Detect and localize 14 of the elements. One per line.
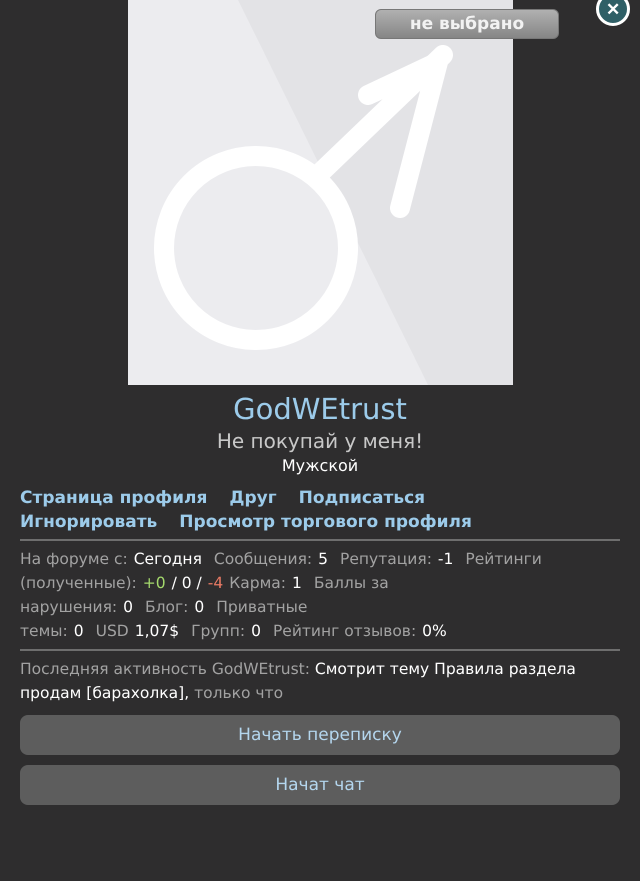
last-activity-text: Последняя активность GodWEtrust: Смотрит тему Правила раздела продам [барахолка], только что	[20, 659, 577, 704]
status-badge: не выбрано	[375, 9, 559, 39]
user-title: Не покупай у меня!	[216, 428, 424, 455]
profile-link[interactable]: Игнорировать	[20, 511, 158, 533]
close-button[interactable]: ✕	[596, 0, 630, 26]
profile-stats-text: На форуме с: Сегодня Сообщения: 5 Репутация: -1 Рейтинги (полученные): +0 / 0 / -4 Карма: 1 Баллы за нарушения: 0 Блог: 0 Приватные темы: 0 USD 1,07$ Групп: 0 Рейтинг отзывов: 0%	[20, 549, 543, 642]
profile-link[interactable]: Подписаться	[298, 487, 426, 509]
action-button[interactable]: Начат чат	[20, 765, 620, 805]
profile-link[interactable]: Просмотр торгового профиля	[179, 511, 472, 533]
username: GodWEtrust	[232, 391, 408, 427]
profile-link[interactable]: Страница профиля	[20, 487, 208, 509]
profile-link[interactable]: Друг	[229, 487, 277, 509]
action-button[interactable]: Начать переписку	[20, 715, 620, 755]
gender-label: Мужской	[280, 455, 360, 477]
